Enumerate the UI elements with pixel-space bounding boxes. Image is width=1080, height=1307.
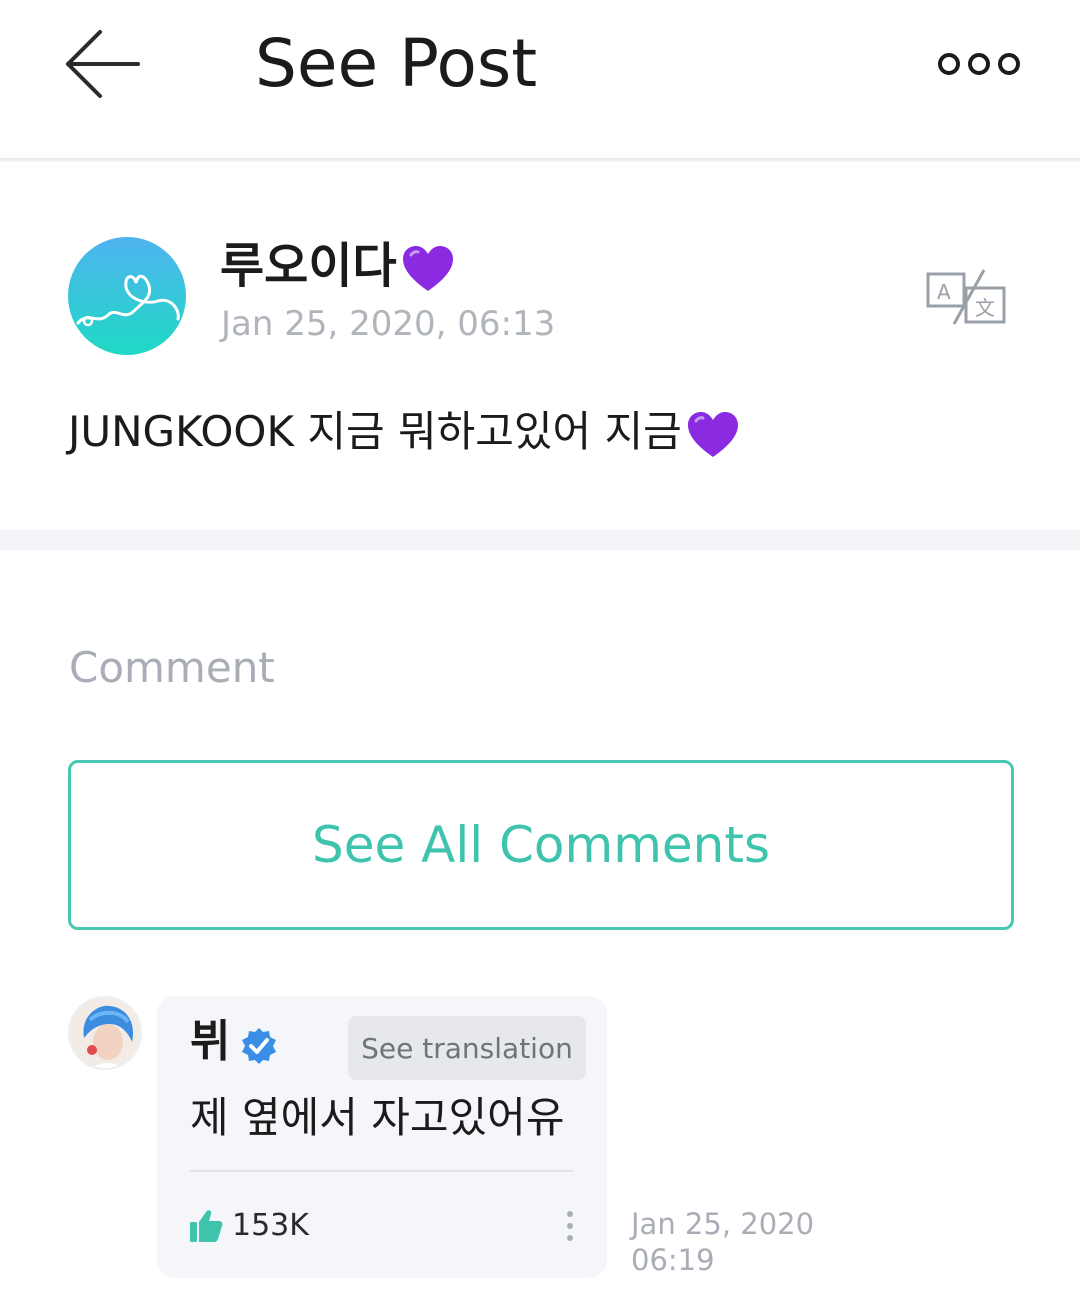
- verified-badge-icon: [239, 1026, 279, 1066]
- header-divider: [0, 158, 1080, 162]
- svg-text:文: 文: [975, 296, 995, 320]
- avatar-heart-doodle-icon: [68, 237, 186, 355]
- see-translation-button[interactable]: See translation: [348, 1016, 586, 1080]
- like-button[interactable]: [188, 1208, 224, 1244]
- post-author[interactable]: 루오이다: [220, 236, 455, 296]
- comment-options-button[interactable]: [558, 1208, 582, 1244]
- section-divider: [0, 530, 1080, 550]
- translate-button[interactable]: A 文: [924, 268, 1008, 328]
- see-all-comments-button[interactable]: See All Comments: [68, 760, 1014, 930]
- purple-heart-icon: [687, 411, 738, 457]
- more-options-button[interactable]: [932, 44, 1028, 84]
- comment-divider: [190, 1170, 573, 1172]
- comment-time: 06:19: [631, 1243, 715, 1277]
- arrow-left-icon: [66, 30, 140, 98]
- vertical-dots-icon: [567, 1211, 573, 1241]
- translate-icon: A 文: [926, 269, 1006, 325]
- svg-text:A: A: [937, 280, 951, 304]
- purple-heart-icon: [402, 246, 453, 291]
- comment-text: 제 옆에서 자고있어유: [190, 1093, 565, 1142]
- like-count: 153K: [232, 1208, 309, 1243]
- see-translation-label: See translation: [361, 1031, 573, 1065]
- page-title: See Post: [255, 25, 538, 102]
- app-header: [0, 0, 1080, 158]
- comment-date: Jan 25, 2020: [631, 1207, 815, 1241]
- see-all-comments-label: See All Comments: [311, 816, 771, 874]
- author-avatar[interactable]: [68, 237, 186, 355]
- commenter-avatar[interactable]: [68, 996, 142, 1070]
- post-timestamp: Jan 25, 2020, 06:13: [221, 304, 556, 344]
- back-button[interactable]: [60, 28, 146, 100]
- more-options-icon: [938, 53, 1020, 75]
- post-text: JUNGKOOK 지금 뭐하고있어 지금: [68, 407, 682, 456]
- post-body: JUNGKOOK 지금 뭐하고있어 지금: [68, 402, 740, 462]
- commenter-name[interactable]: 뷔: [190, 1014, 230, 1070]
- commenter-photo-icon: [70, 998, 140, 1068]
- thumbs-up-icon: [190, 1210, 223, 1242]
- comment-section-heading: Comment: [69, 643, 275, 692]
- post-author-name: 루오이다: [220, 238, 397, 294]
